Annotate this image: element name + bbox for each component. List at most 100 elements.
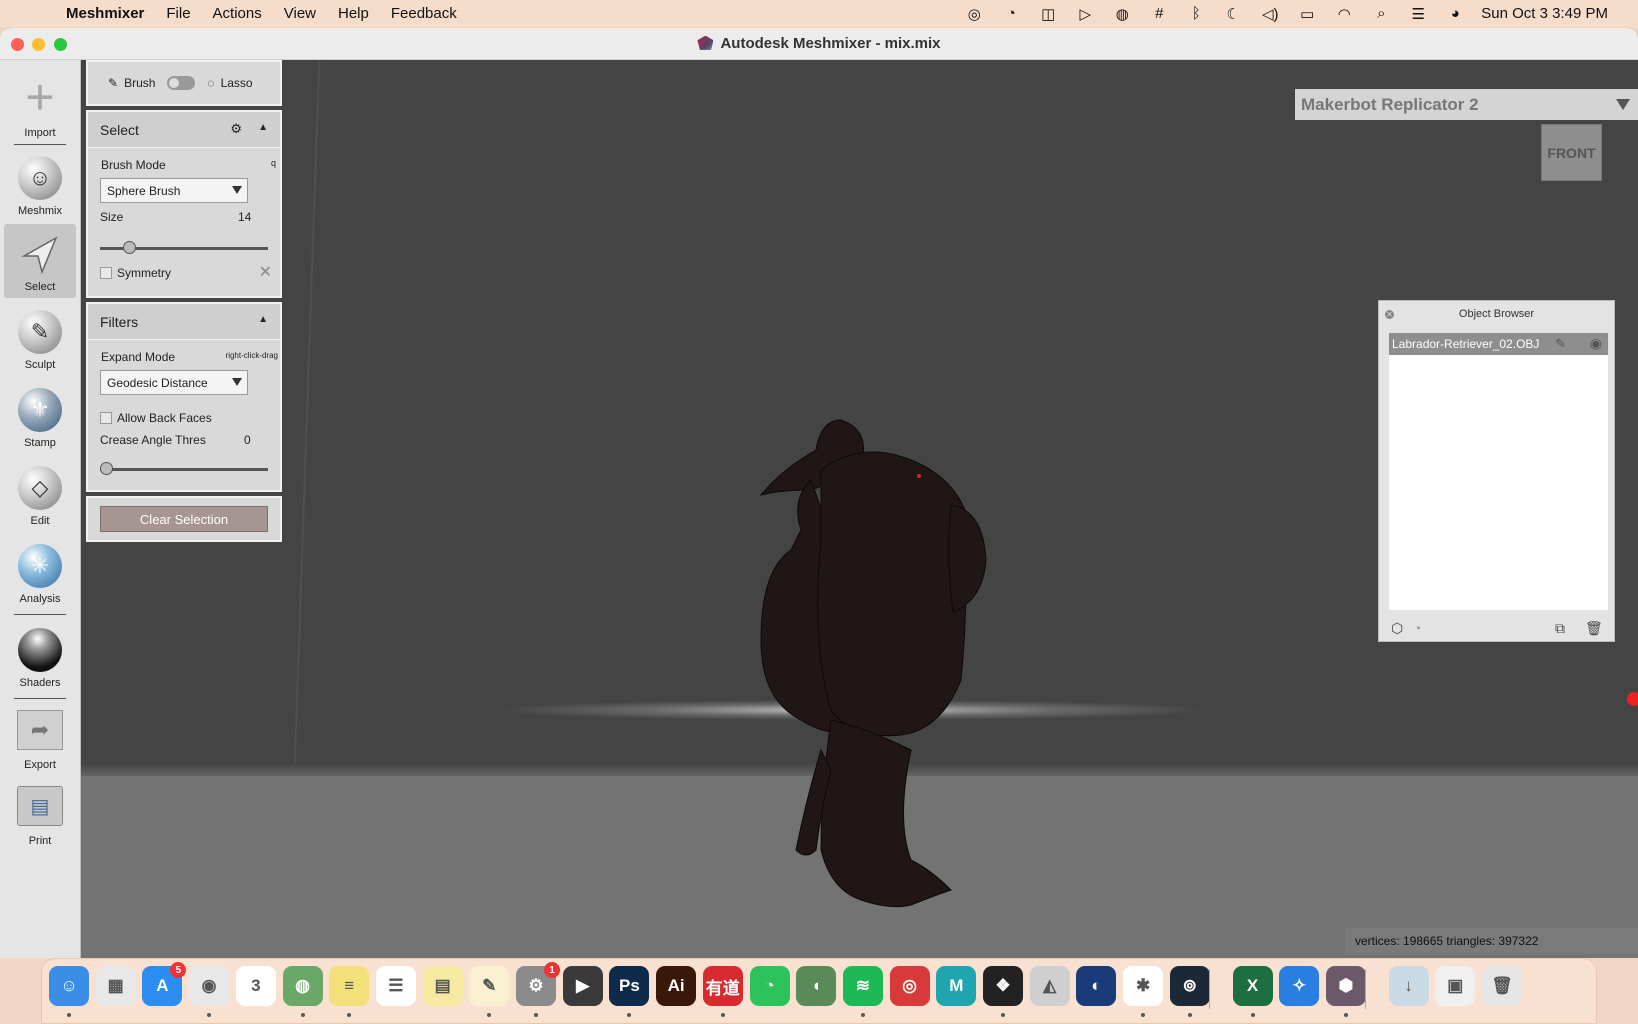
list-item[interactable]: Labrador-Retriever_02.OBJ ✎ ◉ bbox=[1389, 333, 1608, 355]
dock-vectorworks[interactable]: ◖ bbox=[796, 966, 837, 1006]
wifi-icon[interactable]: ◠ bbox=[1333, 5, 1355, 23]
qq-icon[interactable]: ◫ bbox=[1037, 5, 1059, 23]
running-indicator bbox=[1001, 1013, 1005, 1017]
dock-photoshop[interactable]: Ps bbox=[609, 966, 650, 1006]
clock[interactable]: Sun Oct 3 3:49 PM bbox=[1481, 5, 1608, 22]
dock-finder[interactable]: ☺ bbox=[49, 966, 89, 1006]
menu-app-name[interactable]: Meshmixer bbox=[66, 5, 144, 22]
minimize-window-button[interactable] bbox=[32, 38, 45, 51]
chevron-down-icon[interactable] bbox=[1616, 99, 1630, 110]
menu-view[interactable]: View bbox=[284, 5, 316, 22]
select-panel-header[interactable]: Select ⚙ ▲ bbox=[88, 112, 280, 148]
pie-icon[interactable]: ◔ bbox=[1413, 620, 1421, 636]
filters-panel-header[interactable]: Filters ▲ bbox=[88, 304, 280, 340]
battery-icon[interactable]: ▭ bbox=[1296, 5, 1318, 23]
lasso-icon[interactable]: ◌ bbox=[207, 76, 214, 90]
dock-stickies[interactable]: ≡ bbox=[329, 966, 370, 1006]
dock-launchpad[interactable]: ▦ bbox=[95, 966, 136, 1006]
dock-steam[interactable]: ⊚ bbox=[1169, 966, 1210, 1006]
object-browser: ✕ Object Browser Labrador-Retriever_02.O… bbox=[1378, 300, 1615, 642]
dock-pages[interactable]: ✎ bbox=[469, 966, 510, 1006]
dock-wechat[interactable]: ◔ bbox=[749, 966, 790, 1006]
trash-icon[interactable]: 🗑 bbox=[1585, 620, 1603, 637]
tool-sculpt[interactable]: ✎ Sculpt bbox=[4, 302, 76, 376]
dock-app-store[interactable]: A5 bbox=[142, 962, 187, 1006]
tool-meshmix[interactable]: ☺ Meshmix bbox=[4, 148, 76, 222]
view-cube[interactable]: FRONT bbox=[1541, 124, 1602, 181]
size-slider[interactable] bbox=[100, 241, 268, 254]
tool-export[interactable]: ➦ Export bbox=[4, 704, 76, 778]
labrador-model[interactable] bbox=[721, 390, 1001, 910]
close-window-button[interactable] bbox=[11, 38, 24, 51]
close-icon[interactable]: ✕ bbox=[1385, 310, 1394, 319]
eye-icon[interactable]: ◉ bbox=[1590, 335, 1602, 352]
dock-chrome[interactable]: ◉ bbox=[189, 966, 230, 1006]
size-slider-handle[interactable] bbox=[122, 241, 136, 254]
tool-import[interactable]: + Import bbox=[4, 66, 76, 140]
allow-back-faces-checkbox[interactable] bbox=[100, 412, 112, 424]
zoom-window-button[interactable] bbox=[54, 38, 67, 51]
duplicate-icon[interactable]: ⧉ bbox=[1555, 620, 1565, 637]
cube-icon[interactable]: ⬡ bbox=[1391, 620, 1403, 637]
collapse-icon[interactable]: ▲ bbox=[258, 122, 268, 133]
dock-meshmixer[interactable]: ⬢ bbox=[1325, 966, 1366, 1006]
dock-maya[interactable]: M bbox=[936, 966, 977, 1006]
control-center-icon[interactable]: ☰ bbox=[1407, 5, 1429, 23]
menu-feedback[interactable]: Feedback bbox=[391, 5, 457, 22]
crease-angle-slider[interactable] bbox=[100, 462, 268, 475]
mode-switch[interactable] bbox=[167, 76, 196, 90]
dock-slack[interactable]: ✱ bbox=[1123, 966, 1164, 1006]
dock-spotify[interactable]: ≋ bbox=[842, 966, 883, 1006]
dock-illustrator[interactable]: Ai bbox=[656, 966, 697, 1006]
crease-angle-slider-handle[interactable] bbox=[100, 462, 113, 475]
symmetry-tool-icon[interactable]: ✕ bbox=[259, 262, 272, 282]
dock-youdao[interactable]: 有道 bbox=[702, 966, 743, 1006]
tool-select[interactable]: Select bbox=[4, 224, 76, 298]
moon-icon[interactable]: ☾ bbox=[1222, 5, 1244, 23]
symmetry-checkbox[interactable] bbox=[100, 267, 112, 279]
dock-safari[interactable]: ✧ bbox=[1279, 966, 1320, 1006]
menu-help[interactable]: Help bbox=[338, 5, 369, 22]
tool-edit[interactable]: ◇ Edit bbox=[4, 458, 76, 532]
collapse-icon[interactable]: ▲ bbox=[258, 314, 268, 325]
dock-calendar[interactable]: 3 bbox=[235, 966, 276, 1006]
volume-icon[interactable]: ◁) bbox=[1259, 5, 1281, 23]
play-icon[interactable]: ▷ bbox=[1074, 5, 1096, 23]
dock-rhino[interactable]: ◭ bbox=[1029, 966, 1070, 1006]
creative-cloud-icon[interactable]: ◎ bbox=[963, 5, 985, 23]
dock-excel[interactable]: X bbox=[1232, 966, 1273, 1006]
dock-downloads[interactable]: ↓ bbox=[1388, 966, 1429, 1006]
brush-icon[interactable]: ✎ bbox=[108, 76, 118, 90]
menu-actions[interactable]: Actions bbox=[213, 5, 262, 22]
expand-mode-dropdown[interactable]: Geodesic Distance bbox=[100, 370, 248, 395]
3d-viewport[interactable]: Makerbot Replicator 2 FRONT ✕ Object Bro… bbox=[81, 60, 1638, 958]
dock-reminders[interactable]: ☰ bbox=[375, 966, 416, 1006]
dock-notes[interactable]: ▤ bbox=[422, 966, 463, 1006]
search-icon[interactable]: ⌕ bbox=[1370, 5, 1392, 23]
siri-icon[interactable]: ◕ bbox=[1444, 5, 1466, 23]
dock-figma[interactable]: ❖ bbox=[983, 966, 1023, 1006]
tool-print[interactable]: ▤ Print bbox=[4, 780, 76, 854]
clear-selection-button[interactable]: Clear Selection bbox=[100, 506, 268, 532]
gear-icon[interactable]: ⚙ bbox=[230, 121, 242, 137]
brush-mode-label[interactable]: Brush bbox=[124, 76, 155, 90]
lasso-mode-label[interactable]: Lasso bbox=[221, 76, 253, 90]
lock-icon[interactable]: ✎ bbox=[1555, 336, 1566, 352]
hashtag-icon[interactable]: # bbox=[1148, 5, 1170, 23]
dock-network-utility[interactable]: ◍ bbox=[282, 966, 323, 1006]
tool-analysis[interactable]: ✳ Analysis bbox=[4, 536, 76, 610]
tool-shaders[interactable]: Shaders bbox=[4, 620, 76, 694]
dock-cinema-4d[interactable]: ◐ bbox=[1076, 966, 1117, 1006]
dock-netease-music[interactable]: ◎ bbox=[889, 966, 930, 1006]
tool-stamp[interactable]: ⚜ Stamp bbox=[4, 380, 76, 454]
menu-file[interactable]: File bbox=[166, 5, 190, 22]
dock-preview[interactable]: ▣ bbox=[1435, 966, 1476, 1006]
printer-selector[interactable]: Makerbot Replicator 2 bbox=[1295, 89, 1638, 120]
brush-mode-dropdown[interactable]: Sphere Brush bbox=[100, 178, 248, 203]
handoff-icon[interactable]: ◍ bbox=[1111, 5, 1133, 23]
dock-final-cut-pro[interactable]: ▶ bbox=[562, 966, 603, 1006]
wechat-icon[interactable]: ◔ bbox=[1000, 5, 1022, 23]
dock-system-preferences[interactable]: ⚙ 1 bbox=[516, 962, 560, 1006]
dock-trash[interactable]: 🗑 bbox=[1482, 966, 1522, 1006]
bluetooth-icon[interactable]: ᛒ bbox=[1185, 5, 1207, 23]
